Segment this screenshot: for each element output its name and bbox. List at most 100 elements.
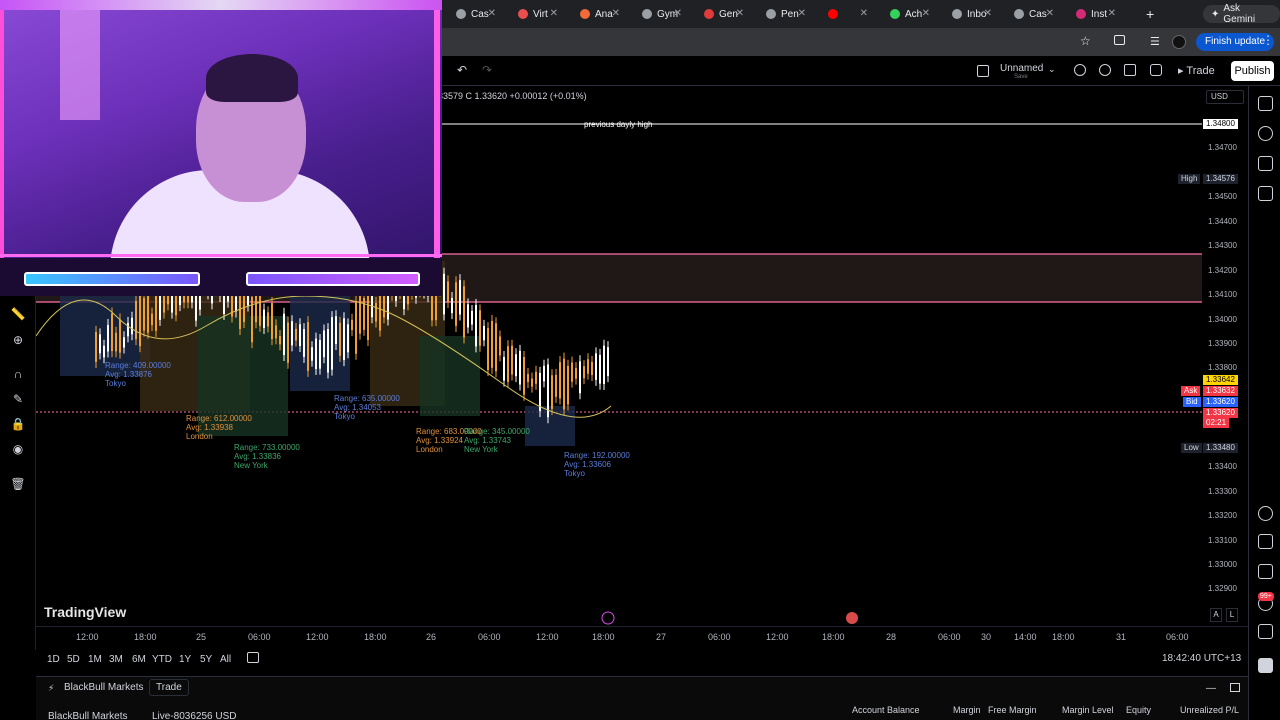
layout-name[interactable]: Unnamed	[1000, 63, 1043, 74]
tab-close-icon[interactable]: ✕	[488, 8, 496, 19]
clock[interactable]: 18:42:40 UTC+13	[1162, 653, 1241, 664]
minimize-panel-icon[interactable]: —	[1206, 683, 1216, 694]
extensions-icon[interactable]: ☰	[1150, 35, 1160, 48]
chevron-down-icon[interactable]: ⌄	[1048, 64, 1056, 75]
watchlist-icon[interactable]	[1258, 96, 1273, 111]
price-axis-label: 1.33200	[1208, 511, 1237, 520]
tab-close-icon[interactable]: ✕	[550, 8, 558, 19]
range-button[interactable]: 1D	[47, 654, 60, 665]
camera-icon[interactable]	[1150, 64, 1162, 76]
range-button[interactable]: 1Y	[179, 654, 191, 665]
new-tab-button[interactable]: +	[1146, 6, 1154, 22]
date-range-calendar-icon[interactable]	[247, 652, 259, 663]
calendar-icon[interactable]	[1258, 564, 1273, 579]
log-scale-button[interactable]: L	[1226, 608, 1238, 622]
auto-scale-button[interactable]: A	[1210, 608, 1222, 622]
tab-close-icon[interactable]: ✕	[922, 8, 930, 19]
magnet-icon[interactable]: ∩	[10, 366, 26, 382]
ruler-icon[interactable]: 📏	[10, 306, 26, 322]
candle-body	[271, 302, 273, 340]
lock-icon[interactable]: 🔒	[10, 416, 26, 432]
candle-body	[239, 291, 241, 330]
account-column-header: Account Balance	[852, 705, 920, 715]
range-button[interactable]: All	[220, 654, 231, 665]
zoom-in-icon[interactable]: ⊕	[10, 332, 26, 348]
settings-gear-icon[interactable]	[1099, 64, 1111, 76]
tab-close-icon[interactable]: ✕	[674, 8, 682, 19]
undo-icon[interactable]: ↶	[457, 63, 467, 77]
trash-icon[interactable]: 🗑	[10, 476, 26, 492]
layout-save-label[interactable]: Save	[1014, 74, 1028, 80]
browser-tab[interactable]: Pen ✕	[752, 0, 814, 28]
redo-icon[interactable]: ↷	[482, 63, 492, 77]
tab-close-icon[interactable]: ✕	[1046, 8, 1054, 19]
ask-gemini-button[interactable]: ✦ Ask Gemini	[1203, 3, 1280, 25]
eye-icon[interactable]: ◉	[10, 441, 26, 457]
account-column-header: Free Margin	[988, 705, 1037, 715]
browser-tab[interactable]: Cas ✕	[1000, 0, 1062, 28]
browser-tab[interactable]: Ana ✕	[566, 0, 628, 28]
session-label-avg: Avg: 1.34053	[334, 403, 382, 412]
tab-search-icon[interactable]	[1114, 35, 1125, 45]
quick-search-icon[interactable]	[1074, 64, 1086, 76]
more-menu-icon[interactable]: ⋮	[1262, 33, 1274, 47]
layout-checkbox[interactable]	[977, 65, 989, 77]
currency-selector[interactable]: USD	[1206, 90, 1244, 104]
tab-close-icon[interactable]: ✕	[612, 8, 620, 19]
trade-label: Trade	[1186, 65, 1215, 77]
layers-icon[interactable]	[1258, 156, 1273, 171]
candle-body	[587, 359, 589, 374]
candle-body	[139, 293, 141, 347]
broker-trade-button[interactable]: Trade	[149, 679, 189, 696]
range-button[interactable]: 5Y	[200, 654, 212, 665]
time-axis-label: 30	[981, 632, 992, 642]
profile-avatar[interactable]	[1172, 35, 1186, 49]
fullscreen-icon[interactable]	[1124, 64, 1136, 76]
chat-icon[interactable]	[1258, 186, 1273, 201]
range-button[interactable]: 1M	[88, 654, 102, 665]
alerts-clock-icon[interactable]	[1258, 126, 1273, 141]
range-button[interactable]: YTD	[152, 654, 172, 665]
warning-icon[interactable]	[1258, 534, 1273, 549]
tab-close-icon[interactable]: ✕	[1108, 8, 1116, 19]
browser-tab[interactable]: Inst ✕	[1062, 0, 1124, 28]
trade-button[interactable]: ▸ Trade	[1172, 61, 1221, 81]
time-axis[interactable]: 12:00 18:00 25 06:00 12:00 18:00 26 06:00 12:00 1…	[36, 626, 1248, 646]
help-icon[interactable]	[1258, 624, 1273, 639]
browser-tab[interactable]: ✕	[814, 0, 876, 28]
browser-tab[interactable]: Inbo ✕	[938, 0, 1000, 28]
time-axis-label: 06:00	[1166, 632, 1189, 642]
pencil-icon[interactable]: ✎	[10, 391, 26, 407]
browser-tab[interactable]: Cas ✕	[442, 0, 504, 28]
account-column-header: Unrealized P/L	[1180, 705, 1240, 715]
tab-close-icon[interactable]: ✕	[736, 8, 744, 19]
maximize-panel-icon[interactable]	[1230, 683, 1240, 692]
range-button[interactable]: 3M	[109, 654, 123, 665]
broker-name[interactable]: BlackBull Markets	[64, 682, 143, 693]
target-icon[interactable]	[1258, 506, 1273, 521]
candle-body	[315, 338, 317, 370]
tab-close-icon[interactable]: ✕	[798, 8, 806, 19]
browser-tab[interactable]: Ach ✕	[876, 0, 938, 28]
candle-body	[455, 282, 457, 326]
range-button[interactable]: 5D	[67, 654, 80, 665]
range-button[interactable]: 6M	[132, 654, 146, 665]
tab-close-icon[interactable]: ✕	[984, 8, 992, 19]
candle-body	[307, 322, 309, 371]
browser-tab[interactable]: Virt ✕	[504, 0, 566, 28]
browser-tab[interactable]: Gym ✕	[628, 0, 690, 28]
publish-button[interactable]: Publish	[1231, 61, 1274, 81]
account-broker[interactable]: BlackBull Markets	[48, 711, 127, 720]
candle-body	[543, 365, 545, 382]
browser-tab[interactable]: Gen ✕	[690, 0, 752, 28]
apps-grid-icon[interactable]	[1258, 658, 1273, 673]
candle-body	[343, 318, 345, 361]
price-axis-label: 1.34400	[1208, 217, 1237, 226]
price-axis[interactable]	[1202, 86, 1248, 626]
candle-body	[131, 317, 133, 335]
tab-favicon-icon	[518, 9, 528, 19]
bookmark-star-icon[interactable]: ☆	[1080, 34, 1091, 48]
account-id-selector[interactable]: Live-8036256 USD	[152, 711, 237, 720]
candle-body	[579, 361, 581, 394]
tab-close-icon[interactable]: ✕	[860, 8, 868, 19]
